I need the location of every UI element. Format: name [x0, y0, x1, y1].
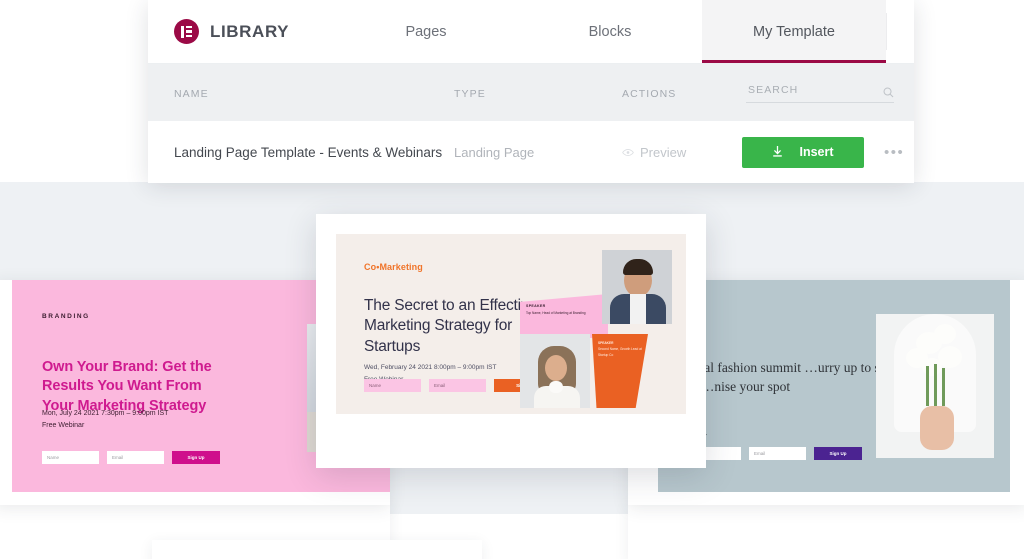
left-eyebrow: BRANDING	[42, 313, 90, 320]
column-header-actions: ACTIONS	[622, 87, 677, 100]
tab-my-template-label: My Template	[753, 23, 835, 40]
left-subtitle: Free Webinar	[42, 422, 85, 430]
speaker-badge-one	[520, 294, 608, 338]
left-date: Mon, July 24 2021 7:30pm – 9:00pm IST	[42, 410, 169, 417]
bottom-card-right	[628, 502, 1024, 559]
template-type: Landing Page	[454, 144, 535, 160]
left-signup-form: Name Email Sign Up	[42, 451, 220, 464]
eye-icon	[622, 148, 634, 156]
library-header: LIBRARY Pages Blocks My Template	[148, 0, 914, 64]
search-icon	[883, 87, 894, 97]
library-brand: LIBRARY	[148, 0, 334, 63]
template-preview-center[interactable]: Co•Marketing The Secret to an Effective …	[316, 214, 706, 468]
center-collage: SPEAKER Top Name, Head of Marketing at B…	[520, 250, 672, 408]
more-options-button[interactable]: •••	[884, 144, 904, 161]
center-brand: Co•Marketing	[364, 262, 423, 272]
tab-pages-label: Pages	[405, 23, 447, 40]
library-title: LIBRARY	[210, 21, 290, 41]
library-tabs: Pages Blocks My Template	[334, 0, 915, 63]
preview-button[interactable]: Preview	[622, 145, 742, 160]
elementor-library-modal: LIBRARY Pages Blocks My Template NAME TY…	[148, 0, 914, 183]
bottom-card-center	[152, 540, 482, 559]
right-email-input[interactable]: Email	[749, 447, 806, 460]
tab-my-template[interactable]: My Template	[702, 0, 886, 63]
tab-blocks[interactable]: Blocks	[518, 0, 702, 63]
speaker-one-title: SPEAKER	[526, 304, 546, 308]
insert-label: Insert	[799, 145, 834, 159]
left-meta: Mon, July 24 2021 7:30pm – 9:00pm IST Fr…	[42, 408, 242, 433]
center-name-input[interactable]: Name	[364, 379, 421, 392]
column-header-name: NAME	[174, 87, 209, 100]
left-submit-button[interactable]: Sign Up	[172, 451, 220, 464]
screenshot-stage: LIBRARY Pages Blocks My Template NAME TY…	[0, 0, 1024, 559]
tab-pages[interactable]: Pages	[334, 0, 518, 63]
elementor-logo-icon	[174, 19, 199, 44]
library-table-header: NAME TYPE ACTIONS	[148, 64, 914, 121]
search-input[interactable]	[746, 82, 868, 97]
insert-button[interactable]: Insert	[742, 136, 864, 168]
right-signup-form: Name Email Sign Up	[684, 447, 862, 460]
speaker-one-text: SPEAKER Top Name, Head of Marketing at B…	[526, 304, 586, 315]
speaker-two-photo	[520, 334, 590, 408]
download-icon	[773, 146, 783, 157]
right-submit-button[interactable]: Sign Up	[814, 447, 862, 460]
search-field[interactable]	[746, 82, 894, 103]
template-name: Landing Page Template - Events & Webinar…	[174, 144, 443, 160]
right-canvas: …ual fashion summit …urry up to sign up …	[658, 280, 1010, 492]
column-header-type: TYPE	[454, 87, 486, 100]
right-photo	[876, 314, 994, 458]
preview-label: Preview	[640, 144, 687, 160]
speaker-one-photo	[602, 250, 672, 324]
table-row[interactable]: Landing Page Template - Events & Webinar…	[148, 121, 914, 183]
left-email-input[interactable]: Email	[107, 451, 164, 464]
speaker-two-title: SPEAKER	[598, 341, 614, 345]
center-email-input[interactable]: Email	[429, 379, 486, 392]
tab-blocks-label: Blocks	[588, 23, 632, 40]
speaker-two-text: SPEAKER Second Name, Growth Lead at Star…	[598, 341, 642, 358]
center-canvas: Co•Marketing The Secret to an Effective …	[336, 234, 686, 414]
left-name-input[interactable]: Name	[42, 451, 99, 464]
